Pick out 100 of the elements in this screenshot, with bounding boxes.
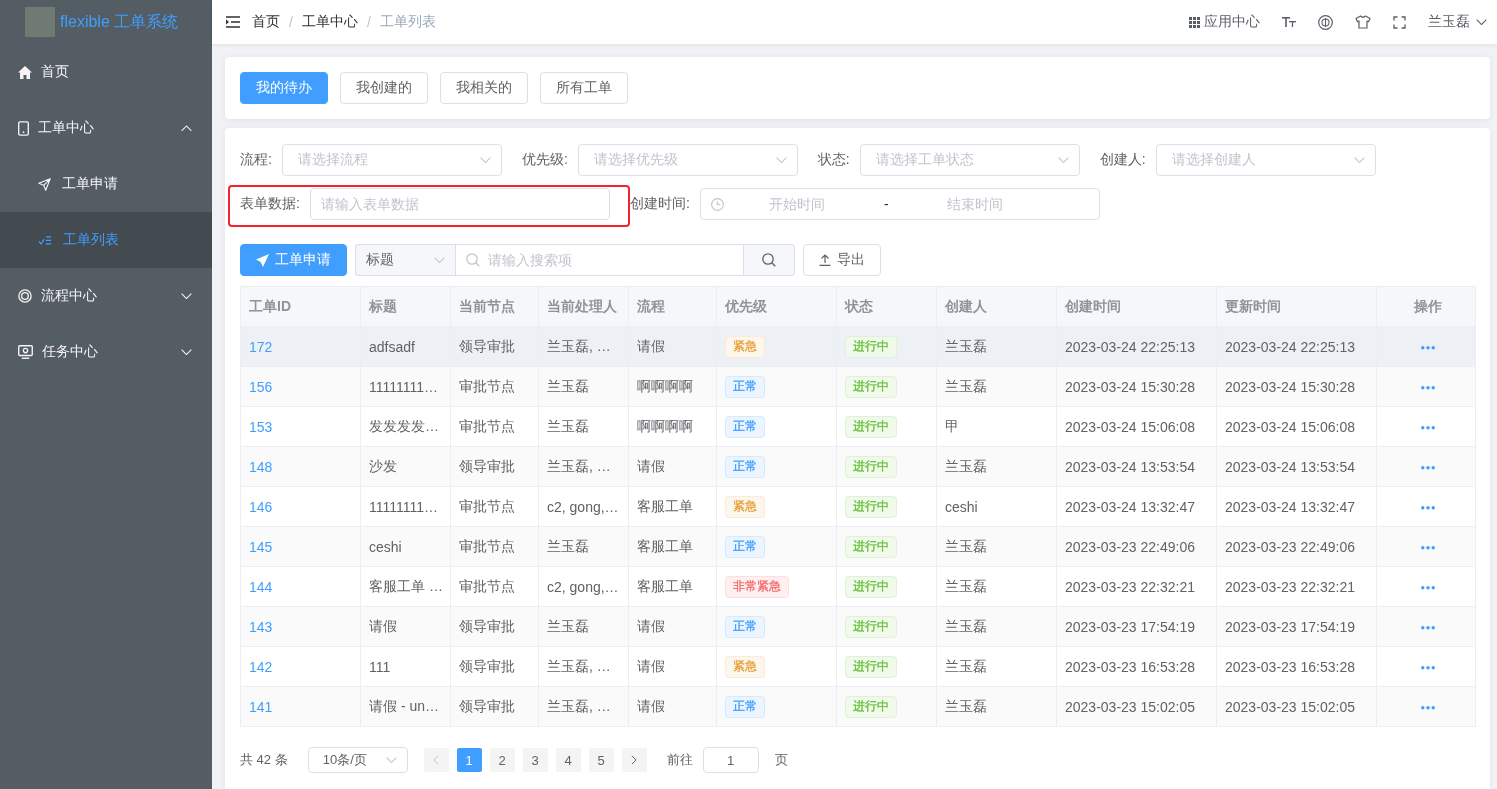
more-icon[interactable] xyxy=(1421,466,1435,470)
table-cell: 2023-03-23 15:02:05 xyxy=(1056,686,1217,727)
field-label: 流程: xyxy=(240,151,273,169)
app-logo-text: flexible 工单系统 xyxy=(60,11,179,32)
menu-item[interactable]: 工单中心 xyxy=(0,100,212,156)
table-cell: 请假 xyxy=(628,686,717,727)
date-range-field[interactable]: 开始时间 - 结束时间 xyxy=(699,188,1100,220)
search-field[interactable]: 请输入搜索项 xyxy=(455,244,744,276)
table-cell: 领导审批 xyxy=(450,326,539,367)
search-button[interactable] xyxy=(744,244,795,276)
end-date-input[interactable]: 结束时间 xyxy=(901,196,1049,212)
priority-tag: 紧急 xyxy=(725,495,765,518)
tab[interactable]: 所有工单 xyxy=(540,72,628,104)
table-cell: c2, gong,… xyxy=(538,566,629,607)
status-tag: 进行中 xyxy=(845,535,897,558)
column-header: 创建时间 xyxy=(1056,286,1217,327)
status-tag: 进行中 xyxy=(845,415,897,438)
menu-item[interactable]: 首页 xyxy=(0,44,212,100)
more-icon[interactable] xyxy=(1421,586,1435,590)
priority-tag: 紧急 xyxy=(725,335,765,358)
table-cell: 2023-03-23 17:54:19 xyxy=(1216,606,1377,647)
goto-page-input[interactable]: 1 xyxy=(702,747,759,773)
table-cell: 请假 xyxy=(360,606,451,647)
monitor-icon xyxy=(18,345,33,359)
circle-icon[interactable] xyxy=(1318,14,1333,30)
table-cell: 审批节点 xyxy=(450,486,539,527)
page-button[interactable]: 2 xyxy=(489,748,515,772)
page-button[interactable]: 4 xyxy=(555,748,581,772)
tshirt-icon[interactable] xyxy=(1355,15,1371,29)
chevron-right-icon xyxy=(631,755,638,765)
more-icon[interactable] xyxy=(1421,386,1435,390)
priority-tag: 非常紧急 xyxy=(725,575,789,598)
table-cell: 发发发发… xyxy=(360,406,451,447)
start-date-input[interactable]: 开始时间 xyxy=(723,196,872,212)
table-cell: 兰玉磊 xyxy=(936,526,1057,567)
column-header: 更新时间 xyxy=(1216,286,1377,327)
table-cell: c2, gong,… xyxy=(538,486,629,527)
column-header: 当前节点 xyxy=(450,286,539,327)
column-header: 流程 xyxy=(628,286,717,327)
table-cell: 领导审批 xyxy=(450,606,539,647)
status-tag: 进行中 xyxy=(845,375,897,398)
text-size-icon[interactable] xyxy=(1282,17,1296,27)
table-cell: 2023-03-23 22:32:21 xyxy=(1216,566,1377,607)
table-cell: 111 xyxy=(360,646,451,687)
more-icon[interactable] xyxy=(1421,626,1435,630)
table-cell: 啊啊啊啊 xyxy=(628,366,717,407)
page-button[interactable]: 3 xyxy=(522,748,548,772)
table-cell: 2023-03-24 13:53:54 xyxy=(1056,446,1217,487)
clock-icon xyxy=(710,197,724,211)
breadcrumb-item[interactable]: 首页 xyxy=(252,13,280,31)
page-size-select[interactable]: 10条/页 xyxy=(307,747,408,773)
range-separator: - xyxy=(882,196,890,212)
export-button[interactable]: 导出 xyxy=(803,244,881,276)
table-cell: 甲 xyxy=(936,406,1057,447)
table-cell: 客服工单 … xyxy=(360,566,451,607)
menu-item[interactable]: 流程中心 xyxy=(0,268,212,324)
chevron-down-icon xyxy=(1353,156,1365,164)
breadcrumb-item[interactable]: 工单中心 xyxy=(301,13,358,31)
table-cell: 兰玉磊 xyxy=(936,566,1057,607)
more-icon[interactable] xyxy=(1421,706,1435,710)
table-cell: 审批节点 xyxy=(450,526,539,567)
user-menu[interactable]: 兰玉磊 xyxy=(1417,0,1497,44)
table-cell: adfsadf xyxy=(360,326,451,367)
table-cell: 领导审批 xyxy=(450,646,539,687)
paper-plane-icon xyxy=(38,177,51,191)
photo-placeholder xyxy=(25,7,55,37)
app-center-button[interactable]: 应用中心 xyxy=(1178,0,1271,44)
table-cell: 2023-03-23 22:49:06 xyxy=(1216,526,1377,567)
table-cell: 兰玉磊, … xyxy=(538,686,629,727)
more-icon[interactable] xyxy=(1421,506,1435,510)
field-label: 表单数据: xyxy=(240,195,301,213)
more-icon[interactable] xyxy=(1421,546,1435,550)
tablet-icon xyxy=(18,120,29,136)
search-category-select[interactable]: 标题 xyxy=(355,244,455,276)
submenu-item[interactable]: 工单申请 xyxy=(0,156,212,212)
menu-icon[interactable] xyxy=(226,16,240,28)
table-cell: 2023-03-24 13:53:54 xyxy=(1216,446,1377,487)
table-cell: 2023-03-24 13:32:47 xyxy=(1056,486,1217,527)
table-cell: 2023-03-24 15:06:08 xyxy=(1056,406,1217,447)
tab[interactable]: 我相关的 xyxy=(440,72,528,104)
tab[interactable]: 我创建的 xyxy=(340,72,428,104)
status-tag: 进行中 xyxy=(845,655,897,678)
page-button[interactable]: 5 xyxy=(588,748,614,772)
priority-tag: 正常 xyxy=(725,695,765,718)
table-cell: 领导审批 xyxy=(450,686,539,727)
more-icon[interactable] xyxy=(1421,666,1435,670)
table-cell: 兰玉磊 xyxy=(538,606,629,647)
input-field[interactable]: 请输入表单数据 xyxy=(309,188,610,220)
submenu-item[interactable]: 工单列表 xyxy=(0,212,212,268)
fullscreen-icon[interactable] xyxy=(1393,15,1406,29)
table-cell: ceshi xyxy=(936,486,1057,527)
more-icon[interactable] xyxy=(1421,426,1435,430)
chevron-down-icon xyxy=(434,256,445,264)
status-tag: 进行中 xyxy=(845,695,897,718)
table-cell: 2023-03-24 22:25:13 xyxy=(1056,326,1217,367)
table-cell: 请假 xyxy=(628,446,717,487)
field-label: 状态: xyxy=(817,151,851,169)
menu-item[interactable]: 任务中心 xyxy=(0,324,212,380)
table-cell: 请假 xyxy=(628,606,717,647)
more-icon[interactable] xyxy=(1421,346,1435,350)
